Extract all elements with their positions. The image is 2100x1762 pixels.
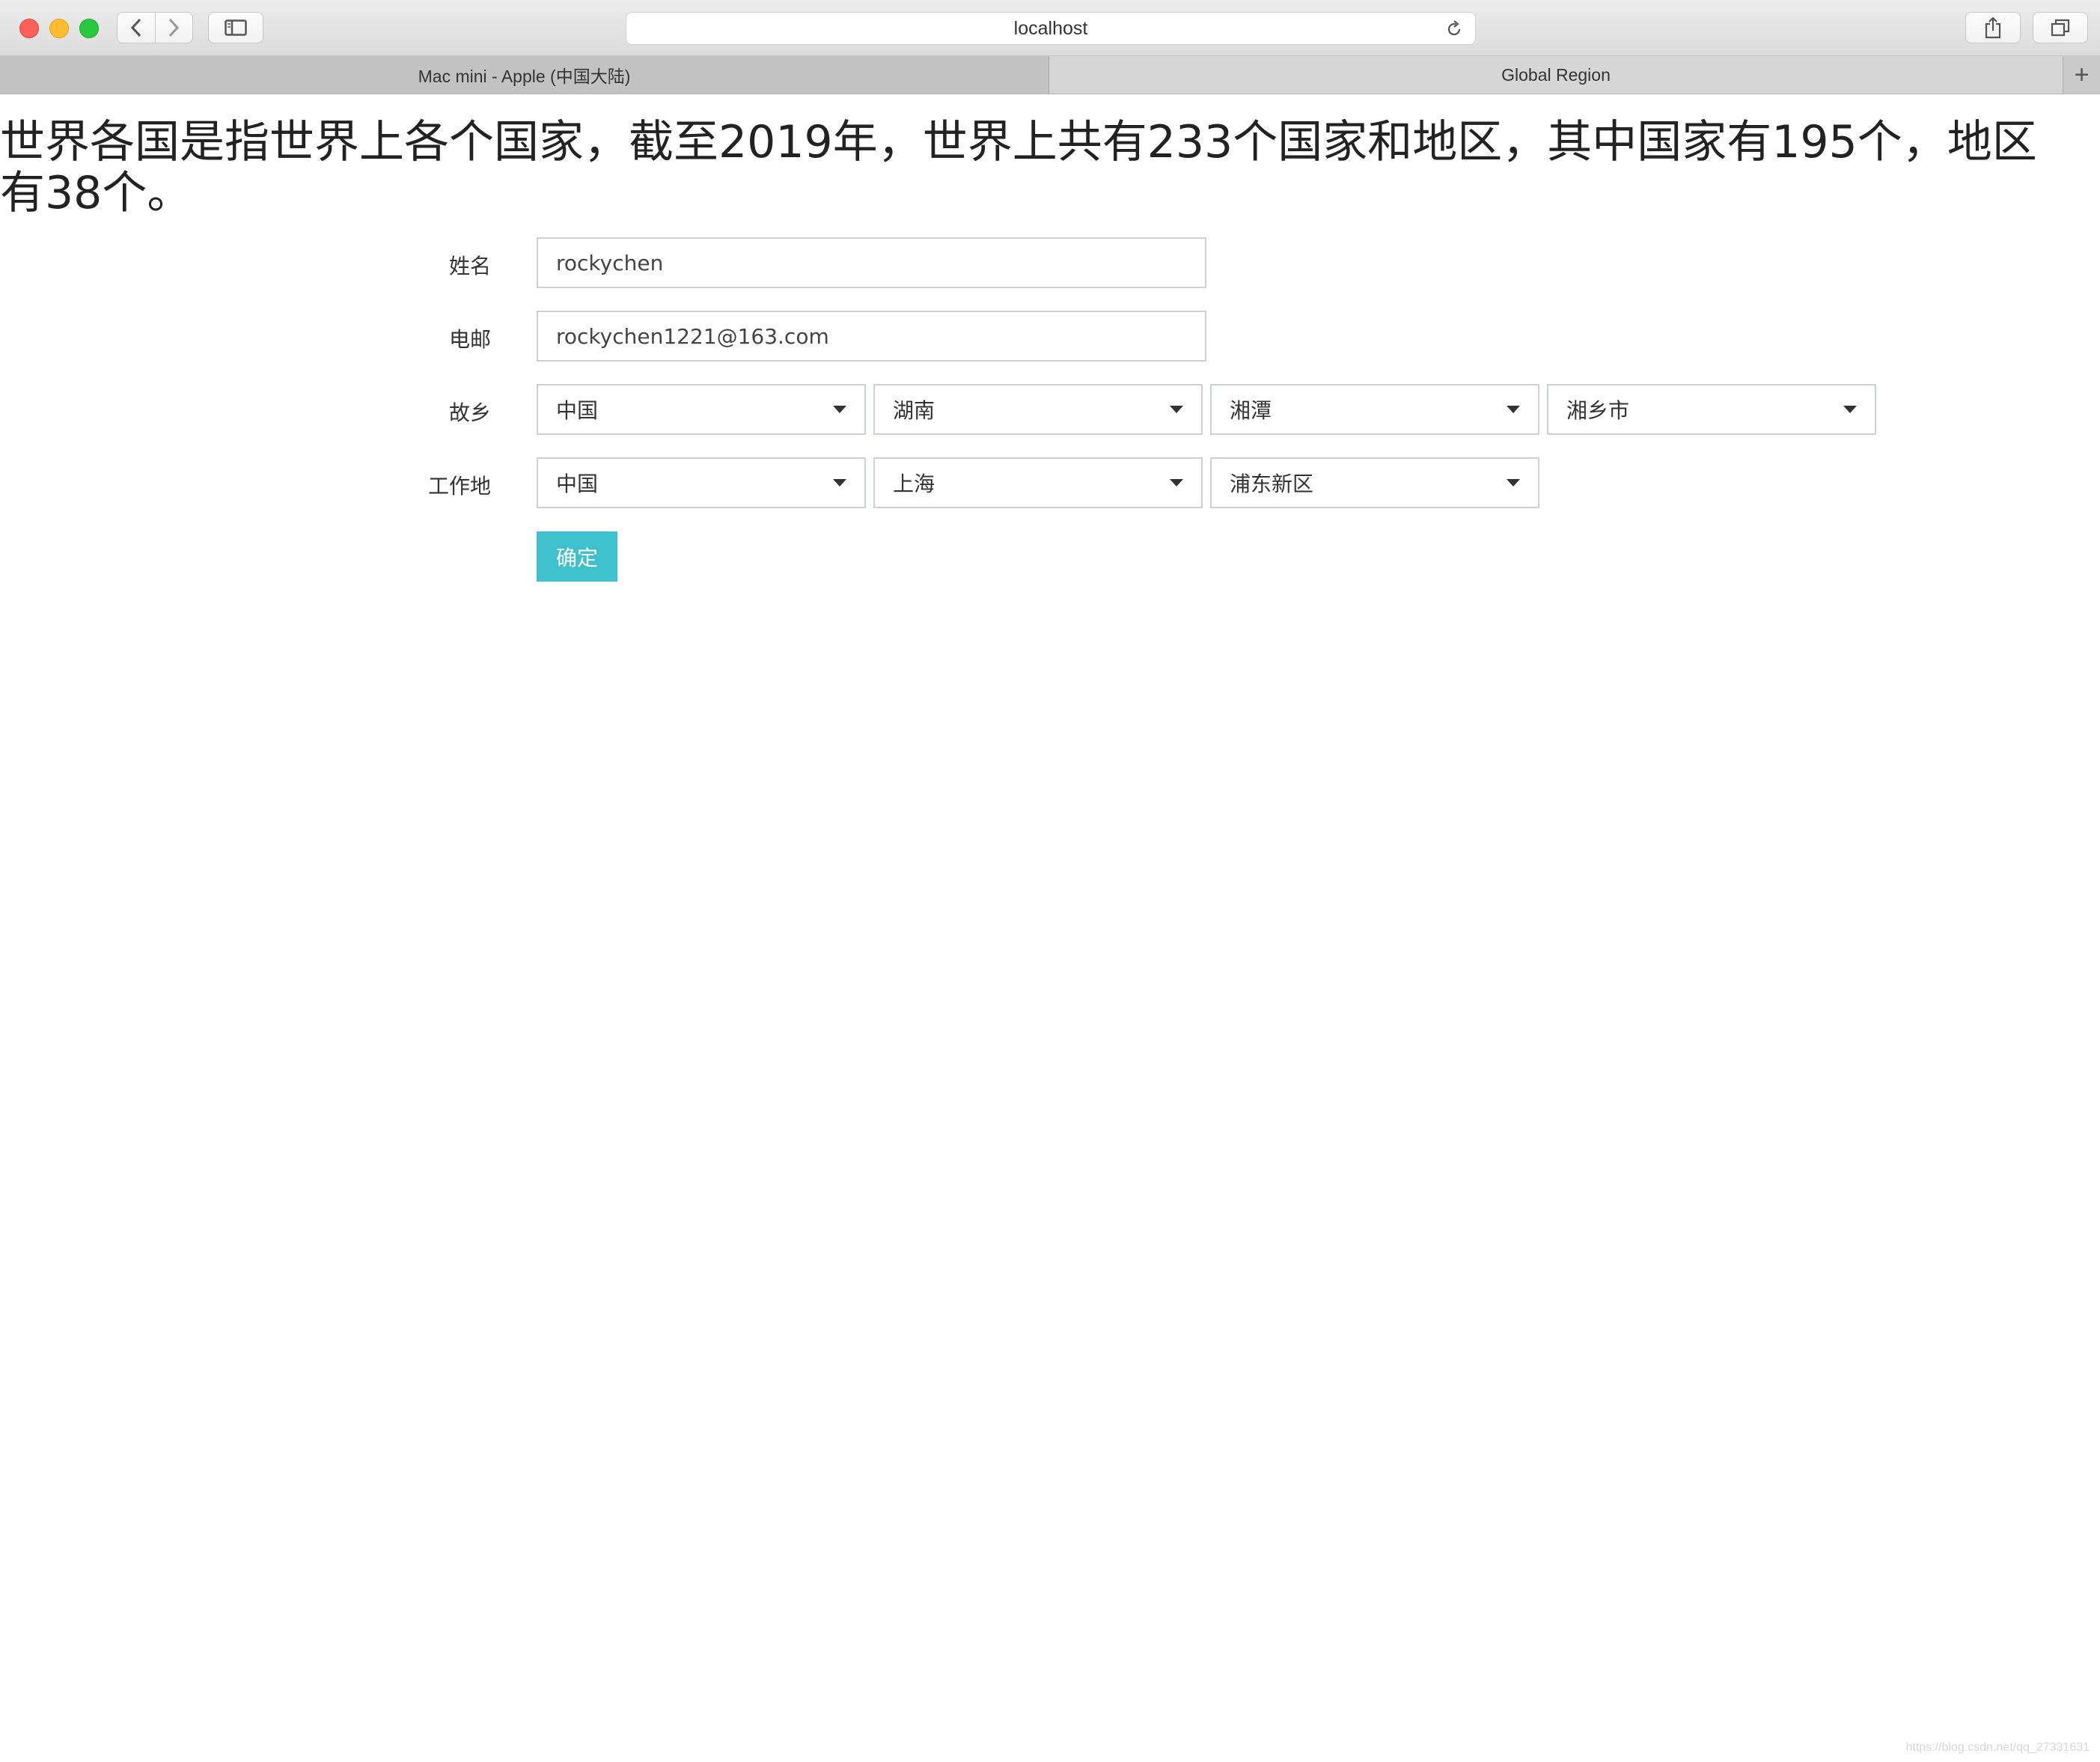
name-input-value: rockychen	[556, 250, 664, 275]
caret-down-icon	[1843, 406, 1857, 413]
select-value: 浦东新区	[1230, 472, 1314, 496]
select-value: 中国	[556, 398, 599, 423]
minimize-window-button[interactable]	[49, 19, 69, 38]
hometown-city-select[interactable]: 湘潭	[1210, 384, 1539, 435]
caret-down-icon	[1507, 406, 1520, 413]
select-value: 湘乡市	[1566, 398, 1630, 423]
watermark: https://blog.csdn.net/qq_27331631	[1905, 1741, 2090, 1754]
email-label: 电邮	[448, 327, 491, 352]
address-text: localhost	[1013, 17, 1088, 39]
share-button[interactable]	[1965, 12, 2021, 43]
address-bar[interactable]: localhost	[626, 12, 1476, 45]
sidebar-icon	[225, 19, 247, 36]
select-value: 上海	[893, 472, 935, 496]
tabs-overview-icon	[2051, 19, 2070, 37]
hometown-county-select[interactable]: 湘乡市	[1547, 384, 1876, 435]
workplace-province-select[interactable]: 上海	[873, 457, 1203, 508]
workplace-country-select[interactable]: 中国	[537, 457, 866, 508]
new-tab-button[interactable]: +	[2063, 56, 2100, 94]
chevron-right-icon	[169, 18, 180, 37]
caret-down-icon	[833, 479, 846, 487]
select-value: 中国	[556, 472, 599, 496]
tab-mac-mini[interactable]: Mac mini - Apple (中国大陆)	[0, 56, 1049, 94]
page-headline: 世界各国是指世界上各个国家，截至2019年，世界上共有233个国家和地区，其中国…	[0, 116, 2037, 219]
back-button[interactable]	[117, 13, 155, 43]
reload-icon[interactable]	[1445, 20, 1463, 38]
confirm-button[interactable]: 确定	[537, 531, 617, 582]
show-tabs-button[interactable]	[2033, 12, 2088, 43]
hometown-province-select[interactable]: 湖南	[873, 384, 1203, 435]
name-input[interactable]: rockychen	[537, 237, 1206, 288]
select-value: 湖南	[893, 398, 935, 423]
hometown-country-select[interactable]: 中国	[537, 384, 866, 435]
tab-label: Mac mini - Apple (中国大陆)	[418, 67, 631, 86]
select-value: 湘潭	[1230, 398, 1272, 423]
tab-bar: Mac mini - Apple (中国大陆) Global Region +	[0, 56, 2100, 94]
workplace-district-select[interactable]: 浦东新区	[1210, 457, 1539, 508]
forward-button[interactable]	[154, 13, 193, 43]
plus-icon: +	[2074, 60, 2090, 89]
email-input-value: rockychen1221@163.com	[556, 323, 829, 349]
browser-toolbar: localhost	[0, 0, 2100, 56]
share-icon	[1985, 16, 2001, 39]
close-window-button[interactable]	[19, 19, 39, 38]
workplace-label: 工作地	[427, 474, 491, 499]
caret-down-icon	[1170, 406, 1183, 413]
hometown-label: 故乡	[448, 400, 491, 425]
tab-label: Global Region	[1501, 64, 1611, 85]
tab-global-region[interactable]: Global Region	[1049, 56, 2063, 94]
name-label: 姓名	[448, 254, 491, 278]
email-input[interactable]: rockychen1221@163.com	[537, 311, 1206, 362]
maximize-window-button[interactable]	[79, 19, 99, 38]
chevron-left-icon	[130, 18, 141, 37]
caret-down-icon	[1507, 479, 1520, 487]
caret-down-icon	[833, 406, 846, 413]
caret-down-icon	[1170, 479, 1183, 487]
sidebar-toggle-button[interactable]	[208, 12, 263, 43]
navigation-buttons	[117, 12, 193, 43]
